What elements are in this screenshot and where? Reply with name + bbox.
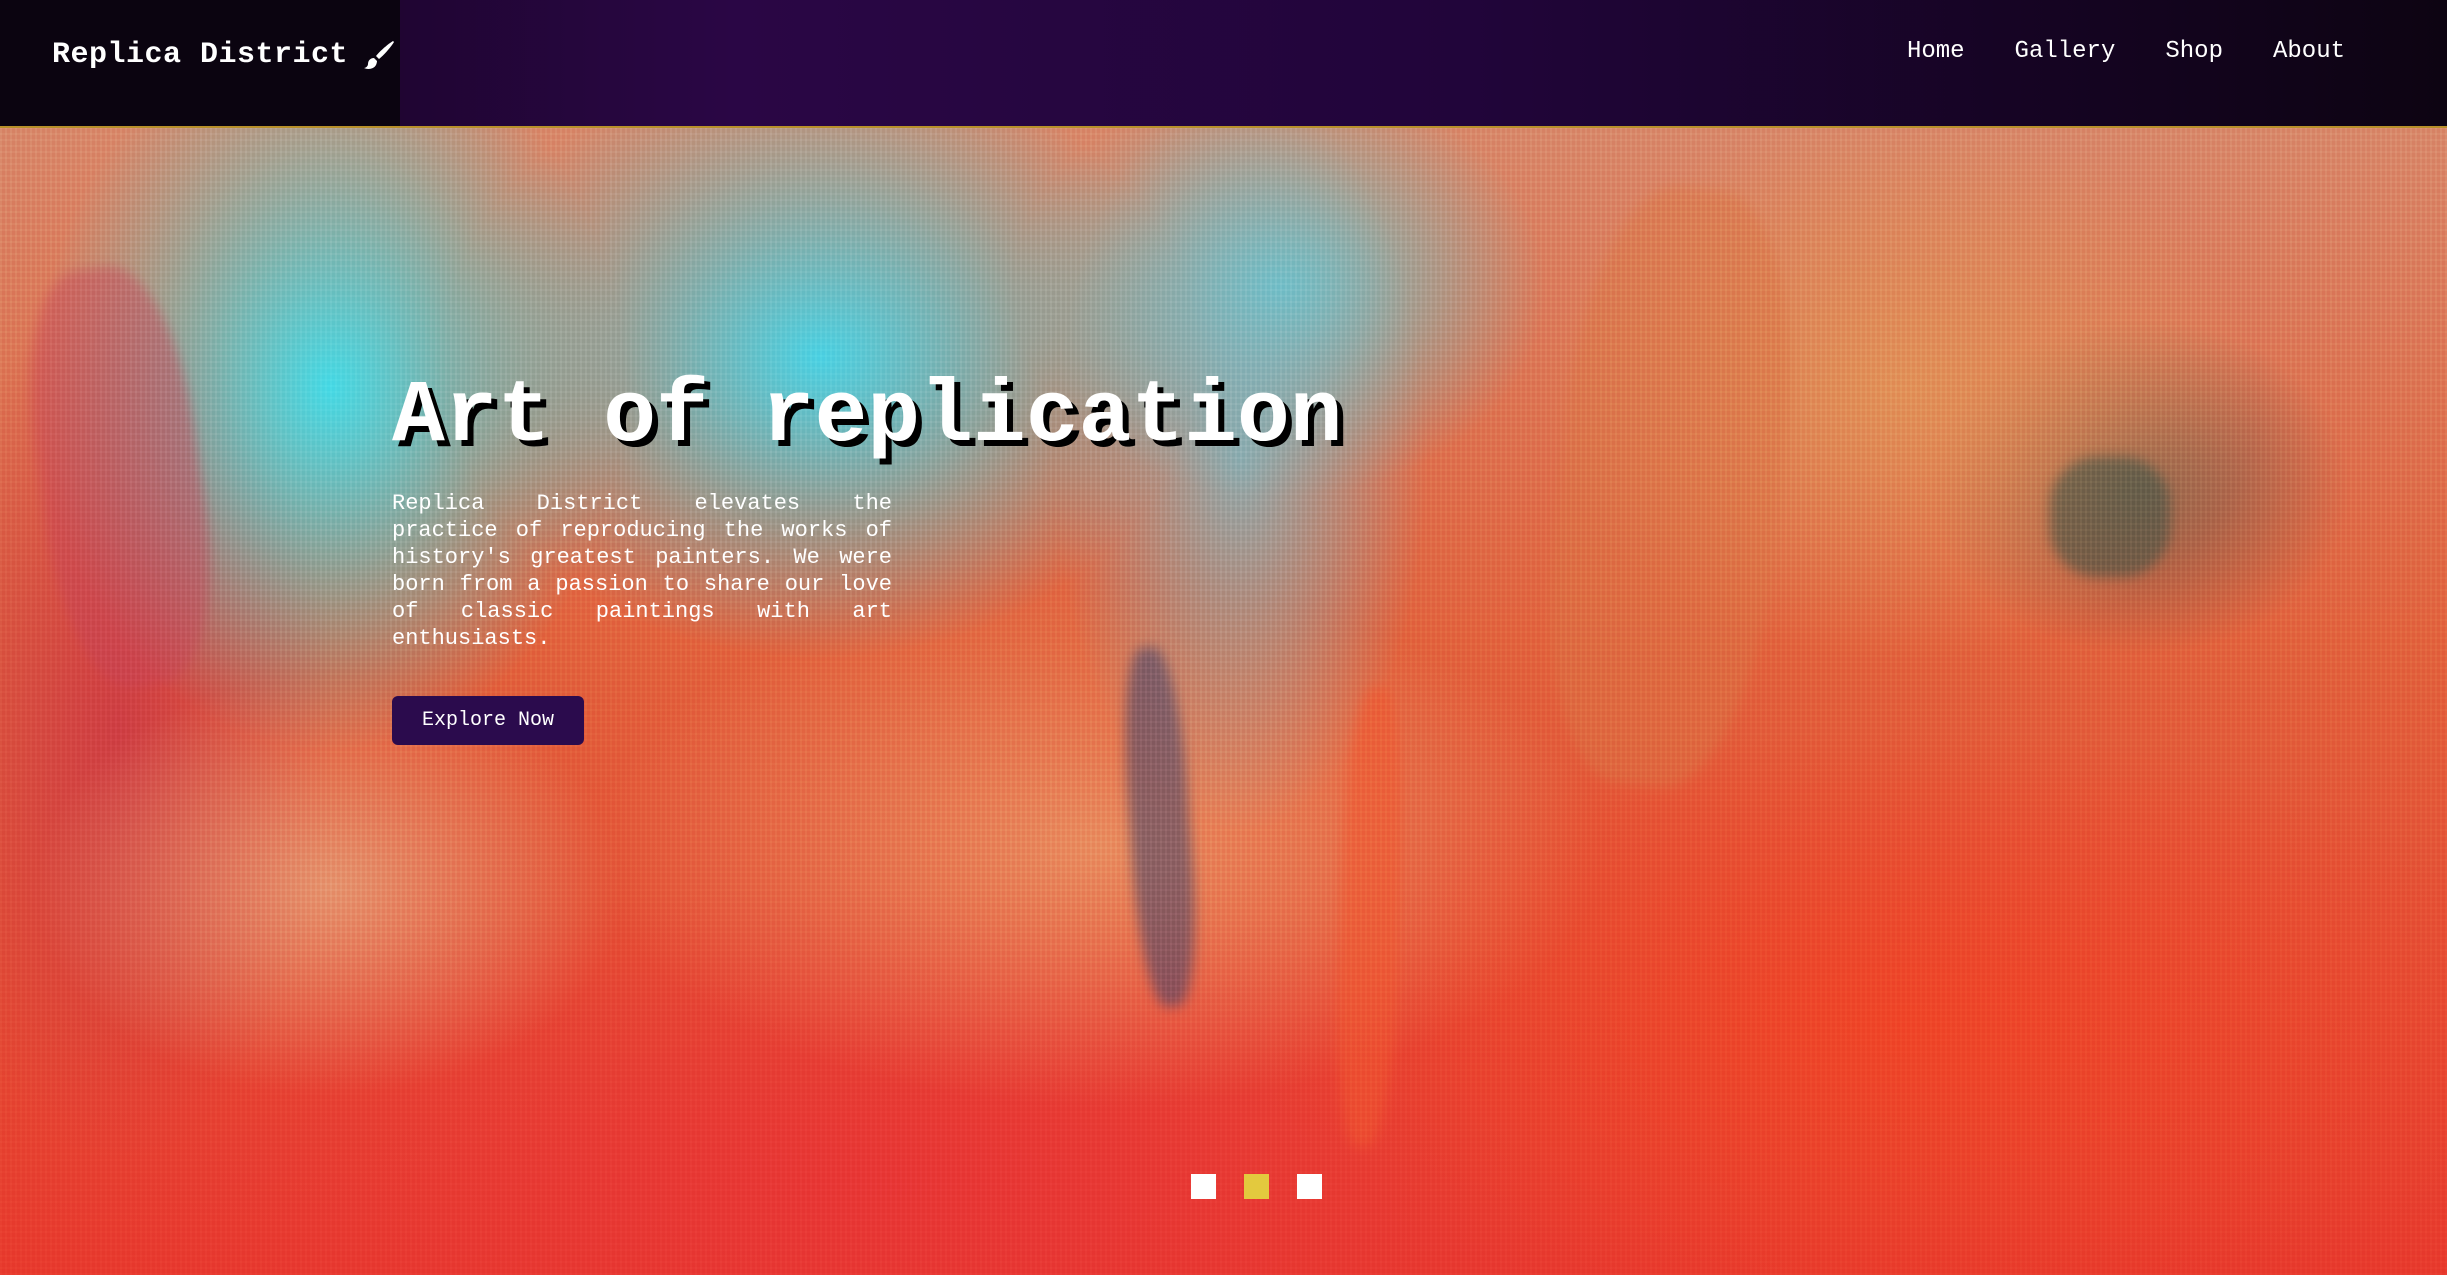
hero-title: Art of replication xyxy=(392,368,1343,467)
nav-link-about[interactable]: About xyxy=(2273,38,2345,65)
nav-link-home[interactable]: Home xyxy=(1907,38,1965,65)
main-nav: Home Gallery Shop About xyxy=(1907,38,2345,65)
carousel-dot-3[interactable] xyxy=(1297,1174,1322,1199)
page: Replica District Home Gallery Shop About… xyxy=(0,0,2447,1275)
paintbrush-icon xyxy=(364,41,395,69)
explore-now-button[interactable]: Explore Now xyxy=(392,696,585,745)
brand-logo-link[interactable]: Replica District xyxy=(52,30,396,80)
carousel-dot-2-active[interactable] xyxy=(1244,1174,1269,1199)
brand-name: Replica District xyxy=(52,38,349,72)
carousel-dot-1[interactable] xyxy=(1191,1174,1216,1199)
hero-content: Art of replication Replica District elev… xyxy=(392,368,1392,745)
navbar: Replica District Home Gallery Shop About xyxy=(0,0,2447,128)
carousel-indicators xyxy=(1191,1174,1322,1199)
hero-description: Replica District elevates the practice o… xyxy=(392,491,892,651)
nav-link-shop[interactable]: Shop xyxy=(2165,38,2223,65)
nav-link-gallery[interactable]: Gallery xyxy=(2015,38,2116,65)
